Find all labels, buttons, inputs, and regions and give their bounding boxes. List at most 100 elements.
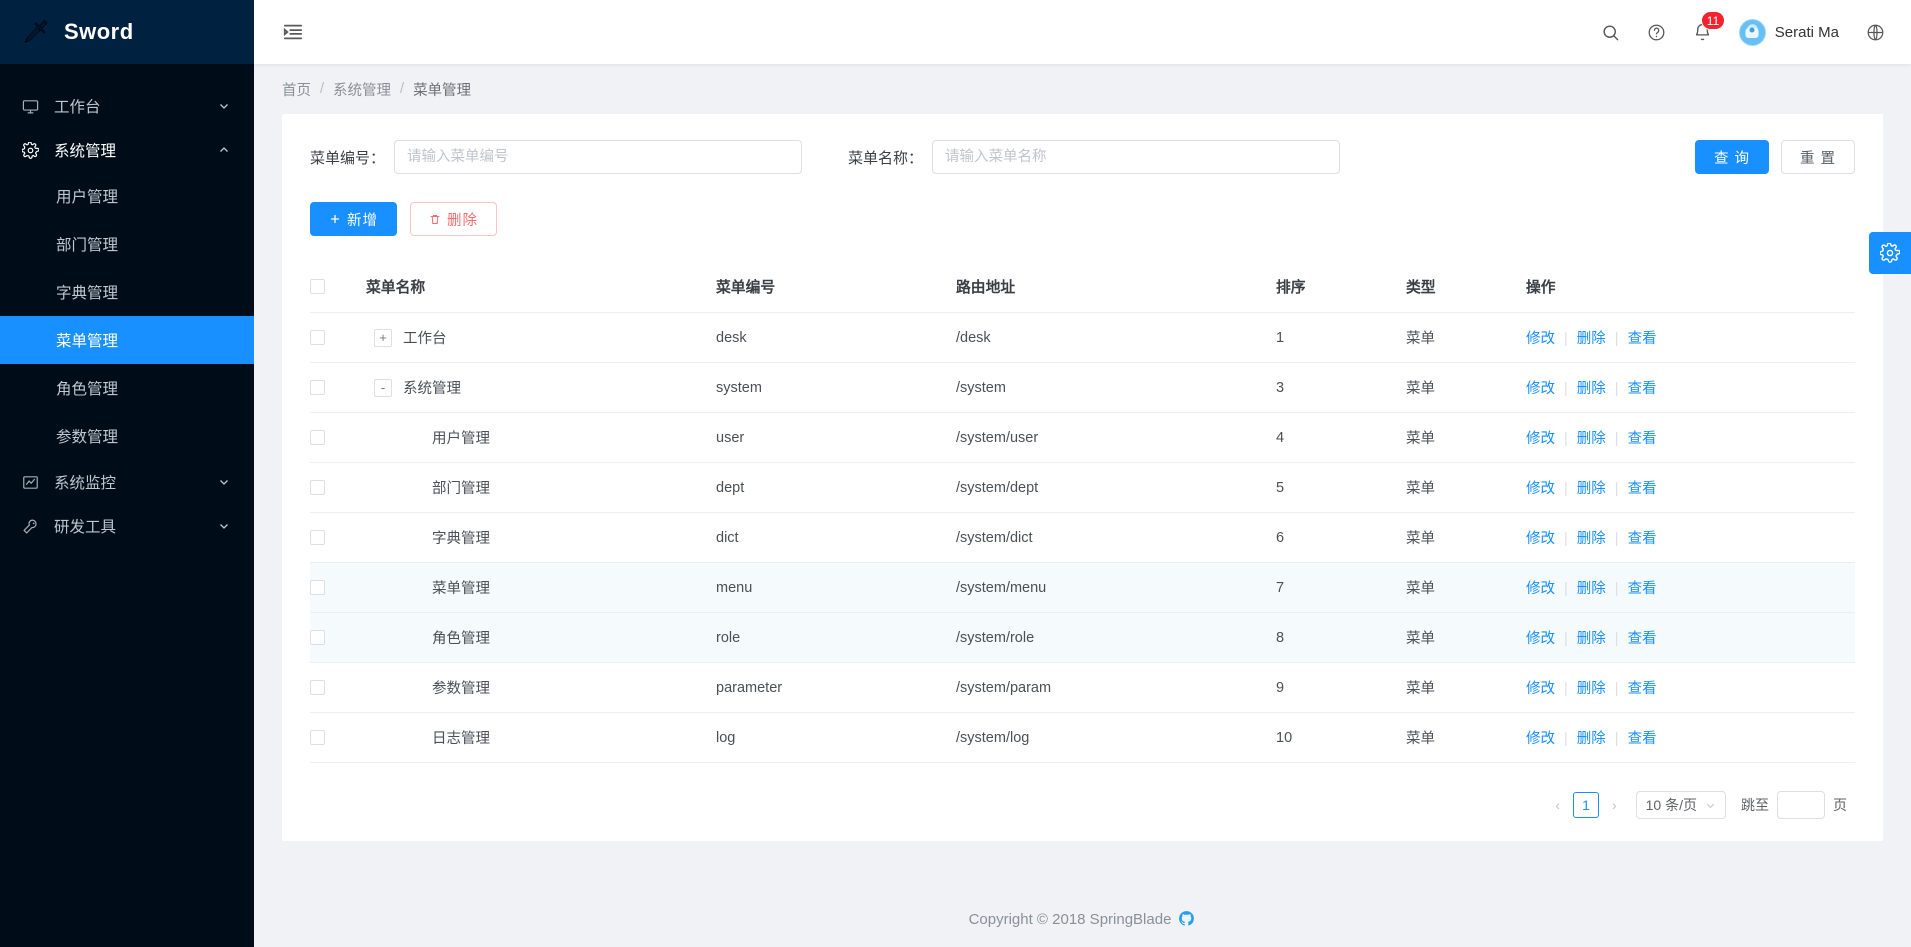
cell-actions: 修改|删除|查看	[1526, 363, 1855, 413]
menu-fold-icon[interactable]	[282, 20, 306, 44]
search-icon[interactable]	[1601, 22, 1621, 42]
row-delete-link[interactable]: 删除	[1577, 331, 1606, 347]
row-delete-link[interactable]: 删除	[1577, 631, 1606, 647]
row-edit-link[interactable]: 修改	[1526, 581, 1555, 597]
row-delete-link[interactable]: 删除	[1577, 481, 1606, 497]
sidebar-item-dept[interactable]: 部门管理	[0, 220, 254, 268]
sidebar-item-user[interactable]: 用户管理	[0, 172, 254, 220]
table-row[interactable]: 日志管理log/system/log10菜单修改|删除|查看	[310, 713, 1855, 763]
row-checkbox[interactable]	[310, 430, 325, 445]
wrench-icon	[22, 518, 42, 535]
row-edit-link[interactable]: 修改	[1526, 381, 1555, 397]
row-view-link[interactable]: 查看	[1628, 581, 1657, 597]
github-icon[interactable]	[1178, 910, 1196, 928]
row-checkbox[interactable]	[310, 680, 325, 695]
question-circle-icon[interactable]	[1647, 22, 1667, 42]
row-checkbox[interactable]	[310, 480, 325, 495]
select-all-checkbox[interactable]	[310, 279, 325, 294]
row-view-link[interactable]: 查看	[1628, 481, 1657, 497]
action-divider: |	[1564, 631, 1568, 647]
globe-icon[interactable]	[1865, 22, 1885, 42]
table-row[interactable]: 用户管理user/system/user4菜单修改|删除|查看	[310, 413, 1855, 463]
pagination-page-1[interactable]: 1	[1573, 792, 1599, 818]
cell-type: 菜单	[1406, 313, 1526, 363]
breadcrumb-item-system[interactable]: 系统管理	[333, 79, 391, 100]
topbar: 11 Serati Ma	[254, 0, 1911, 64]
menu-code-input[interactable]	[394, 140, 802, 174]
cell-type: 菜单	[1406, 363, 1526, 413]
tree-toggle-button[interactable]: -	[374, 379, 392, 397]
breadcrumb-item-home[interactable]: 首页	[282, 79, 311, 100]
tree-toggle-button[interactable]: +	[374, 329, 392, 347]
sidebar-item-menu[interactable]: 菜单管理	[0, 316, 254, 364]
row-checkbox[interactable]	[310, 730, 325, 745]
table-row[interactable]: -系统管理system/system3菜单修改|删除|查看	[310, 363, 1855, 413]
row-delete-link[interactable]: 删除	[1577, 381, 1606, 397]
cell-route-path: /system/menu	[956, 563, 1276, 613]
sidebar-item-dict[interactable]: 字典管理	[0, 268, 254, 316]
app-logo[interactable]: 🗡 Sword	[0, 0, 254, 64]
bell-icon[interactable]: 11	[1693, 22, 1713, 42]
cell-route-path: /system/user	[956, 413, 1276, 463]
table-row[interactable]: 部门管理dept/system/dept5菜单修改|删除|查看	[310, 463, 1855, 513]
row-view-link[interactable]: 查看	[1628, 731, 1657, 747]
sidebar-item-param[interactable]: 参数管理	[0, 412, 254, 460]
sidebar-submenu-system: 用户管理 部门管理 字典管理 菜单管理 角色管理 参数管理	[0, 172, 254, 460]
table-row[interactable]: 字典管理dict/system/dict6菜单修改|删除|查看	[310, 513, 1855, 563]
sidebar-group-monitor[interactable]: 系统监控	[0, 460, 254, 504]
sidebar-item-role[interactable]: 角色管理	[0, 364, 254, 412]
sidebar-group-system[interactable]: 系统管理	[0, 128, 254, 172]
row-view-link[interactable]: 查看	[1628, 631, 1657, 647]
row-edit-link[interactable]: 修改	[1526, 731, 1555, 747]
row-delete-link[interactable]: 删除	[1577, 681, 1606, 697]
row-view-link[interactable]: 查看	[1628, 681, 1657, 697]
query-button[interactable]: 查 询	[1695, 140, 1769, 174]
sidebar-group-devtools[interactable]: 研发工具	[0, 504, 254, 548]
row-view-link[interactable]: 查看	[1628, 381, 1657, 397]
pagination: ‹ 1 › 10 条/页 跳至 页	[310, 791, 1855, 819]
add-button[interactable]: 新增	[310, 202, 397, 236]
table-row[interactable]: 参数管理parameter/system/param9菜单修改|删除|查看	[310, 663, 1855, 713]
row-edit-link[interactable]: 修改	[1526, 681, 1555, 697]
user-menu[interactable]: Serati Ma	[1739, 19, 1839, 46]
action-divider: |	[1564, 331, 1568, 347]
row-delete-link[interactable]: 删除	[1577, 581, 1606, 597]
pagination-next[interactable]: ›	[1608, 797, 1621, 813]
cell-sort: 3	[1276, 363, 1406, 413]
pagination-prev[interactable]: ‹	[1551, 797, 1564, 813]
menu-name-text: 系统管理	[403, 377, 461, 398]
row-delete-link[interactable]: 删除	[1577, 431, 1606, 447]
page-jump-unit: 页	[1833, 795, 1847, 815]
row-checkbox[interactable]	[310, 580, 325, 595]
table-row[interactable]: 菜单管理menu/system/menu7菜单修改|删除|查看	[310, 563, 1855, 613]
row-edit-link[interactable]: 修改	[1526, 531, 1555, 547]
row-checkbox[interactable]	[310, 380, 325, 395]
row-edit-link[interactable]: 修改	[1526, 431, 1555, 447]
chevron-down-icon	[218, 476, 230, 488]
sidebar-group-workbench[interactable]: 工作台	[0, 84, 254, 128]
row-edit-link[interactable]: 修改	[1526, 481, 1555, 497]
table-row[interactable]: +工作台desk/desk1菜单修改|删除|查看	[310, 313, 1855, 363]
row-delete-link[interactable]: 删除	[1577, 531, 1606, 547]
page-jump-input[interactable]	[1777, 791, 1825, 819]
page-size-select[interactable]: 10 条/页	[1636, 791, 1726, 819]
cell-menu-name: 角色管理	[366, 613, 716, 663]
row-view-link[interactable]: 查看	[1628, 531, 1657, 547]
cell-menu-code: role	[716, 613, 956, 663]
cell-actions: 修改|删除|查看	[1526, 463, 1855, 513]
row-view-link[interactable]: 查看	[1628, 431, 1657, 447]
table-row[interactable]: 角色管理role/system/role8菜单修改|删除|查看	[310, 613, 1855, 663]
delete-button[interactable]: 删除	[410, 202, 497, 236]
row-view-link[interactable]: 查看	[1628, 331, 1657, 347]
menu-name-input[interactable]	[932, 140, 1340, 174]
row-checkbox[interactable]	[310, 630, 325, 645]
chevron-down-icon	[218, 100, 230, 112]
reset-button[interactable]: 重 置	[1781, 140, 1855, 174]
row-edit-link[interactable]: 修改	[1526, 331, 1555, 347]
row-edit-link[interactable]: 修改	[1526, 631, 1555, 647]
row-checkbox[interactable]	[310, 530, 325, 545]
row-checkbox[interactable]	[310, 330, 325, 345]
action-divider: |	[1615, 381, 1619, 397]
row-delete-link[interactable]: 删除	[1577, 731, 1606, 747]
settings-drawer-toggle[interactable]	[1869, 232, 1911, 274]
